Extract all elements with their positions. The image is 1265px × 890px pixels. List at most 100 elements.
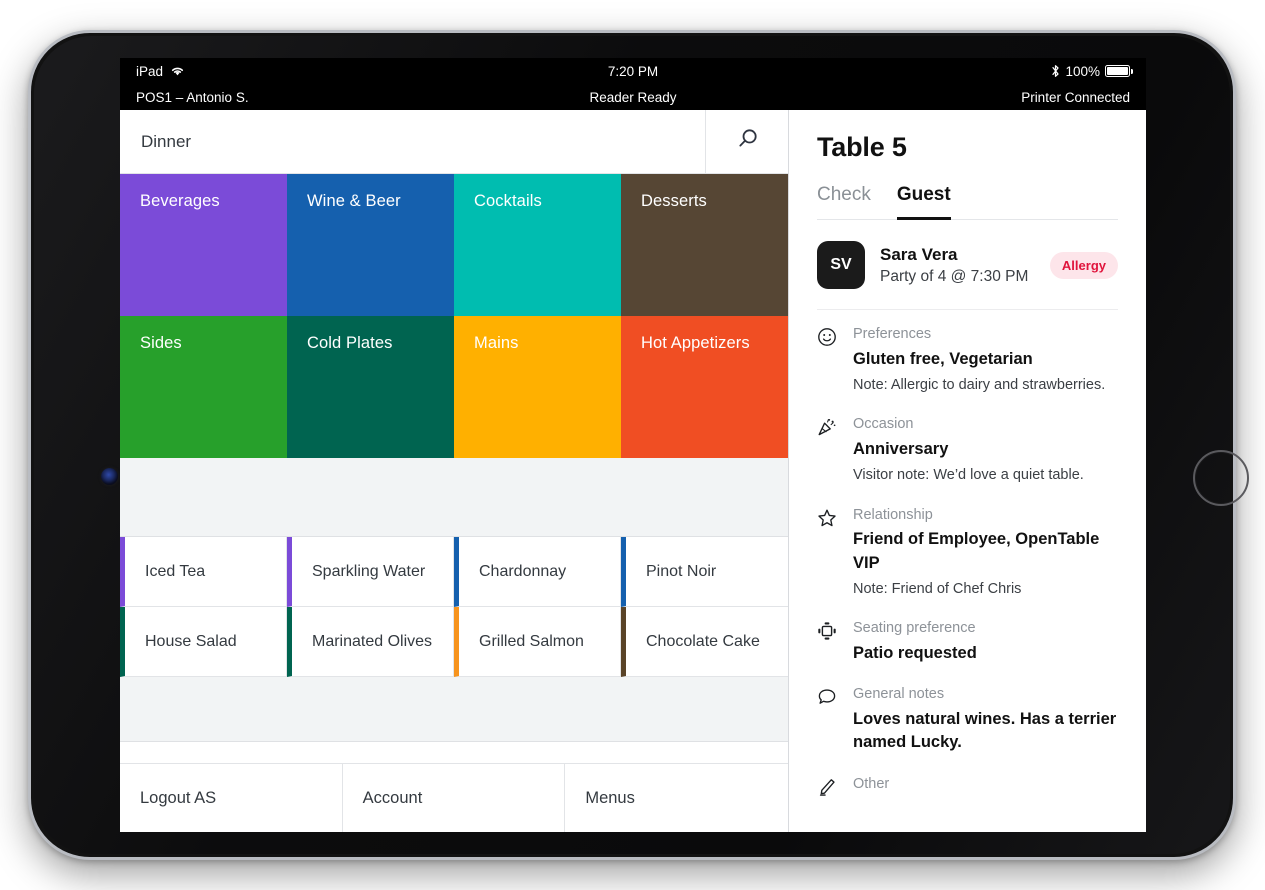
guest-party-info: Party of 4 @ 7:30 PM (880, 267, 1029, 285)
detail-note: Note: Allergic to dairy and strawberries… (853, 376, 1106, 393)
reader-status-label: Reader Ready (589, 89, 677, 105)
menu-item-grid: Iced Tea Sparkling Water Chardonnay Pino… (120, 537, 788, 677)
category-label: Mains (474, 334, 519, 352)
category-label: Hot Appetizers (641, 334, 750, 352)
menu-item-label: Marinated Olives (312, 632, 433, 650)
detail-value: Loves natural wines. Has a terrier named… (853, 709, 1117, 752)
tab-guest[interactable]: Guest (896, 184, 951, 220)
pencil-icon (817, 775, 839, 802)
category-tile-mains[interactable]: Mains (454, 316, 621, 458)
category-label: Cold Plates (307, 334, 393, 352)
app-body: Dinner Beverages Wine & Beer Cocktails D… (120, 110, 1146, 832)
detail-row-general-notes: General notes Loves natural wines. Has a… (817, 685, 1118, 754)
panel-tabs: Check Guest (817, 183, 1118, 220)
search-button[interactable] (705, 110, 788, 173)
detail-text: General notes Loves natural wines. Has a… (853, 685, 1118, 754)
table-seating-icon (817, 619, 839, 665)
status-bar-right: 100% (1051, 63, 1133, 79)
detail-note: Note: Friend of Chef Chris (853, 580, 1022, 597)
category-tile-hot-appetizers[interactable]: Hot Appetizers (621, 316, 788, 458)
category-tile-sides[interactable]: Sides (120, 316, 287, 458)
detail-text: Seating preference Patio requested (853, 619, 977, 665)
detail-text: Occasion Anniversary Visitor note: We’d … (853, 415, 1084, 485)
guest-header: SV Sara Vera Party of 4 @ 7:30 PM Allerg… (817, 220, 1118, 310)
logout-button[interactable]: Logout AS (120, 764, 343, 832)
detail-row-seating-preference: Seating preference Patio requested (817, 619, 1118, 665)
category-label: Wine & Beer (307, 192, 401, 210)
category-label: Beverages (140, 192, 220, 210)
menu-item[interactable]: Chocolate Cake (621, 607, 788, 677)
guest-name: Sara Vera (880, 244, 958, 264)
printer-status-label: Printer Connected (1021, 89, 1130, 105)
detail-label: Seating preference (853, 620, 976, 637)
category-tile-beverages[interactable]: Beverages (120, 174, 287, 316)
menus-button[interactable]: Menus (565, 764, 788, 832)
menu-item[interactable]: Chardonnay (454, 537, 621, 607)
footer-label: Menus (585, 788, 635, 807)
grid-spacer-top (120, 458, 788, 537)
detail-value: Friend of Employee, OpenTable VIP (853, 530, 1100, 572)
detail-row-preferences: Preferences Gluten free, Vegetarian Note… (817, 325, 1118, 395)
tablet-screen: iPad 7:20 PM 100% POS1 – Antonio S. Read… (120, 58, 1146, 832)
detail-label: Occasion (853, 416, 914, 433)
speech-bubble-icon (817, 685, 839, 754)
avatar: SV (817, 241, 865, 289)
account-button[interactable]: Account (342, 764, 566, 832)
detail-label: General notes (853, 686, 945, 703)
menu-item[interactable]: Iced Tea (120, 537, 287, 607)
category-label: Cocktails (474, 192, 542, 210)
footer-label: Logout AS (140, 788, 217, 807)
detail-text: Other (853, 775, 889, 802)
star-icon (817, 506, 839, 600)
pos-info-bar: POS1 – Antonio S. Reader Ready Printer C… (120, 84, 1146, 110)
detail-row-relationship: Relationship Friend of Employee, OpenTab… (817, 506, 1118, 600)
bluetooth-icon (1051, 64, 1060, 78)
status-bar-time: 7:20 PM (607, 63, 659, 79)
category-label: Sides (140, 334, 182, 352)
detail-text: Preferences Gluten free, Vegetarian Note… (853, 325, 1105, 395)
menu-item[interactable]: Marinated Olives (287, 607, 454, 677)
menu-item[interactable]: Pinot Noir (621, 537, 788, 607)
detail-label: Preferences (853, 326, 932, 342)
menu-item-label: Chardonnay (479, 562, 567, 580)
menu-item[interactable]: Sparkling Water (287, 537, 454, 607)
menu-item-label: Grilled Salmon (479, 632, 584, 650)
detail-value: Gluten free, Vegetarian (853, 349, 1033, 368)
guest-details-list: Preferences Gluten free, Vegetarian Note… (817, 310, 1118, 822)
battery-percent-label: 100% (1065, 63, 1100, 79)
footer-label: Account (362, 788, 423, 807)
device-name-label: iPad (136, 63, 164, 79)
detail-label: Relationship (853, 506, 933, 523)
menu-item-label: Sparkling Water (312, 562, 426, 580)
detail-value: Patio requested (853, 643, 977, 662)
category-tile-wine-beer[interactable]: Wine & Beer (287, 174, 454, 316)
battery-icon (1105, 65, 1133, 77)
detail-value: Anniversary (853, 439, 949, 458)
tab-check[interactable]: Check (817, 184, 871, 220)
detail-row-other: Other (817, 775, 1118, 802)
menu-item[interactable]: House Salad (120, 607, 287, 677)
status-bar-left: iPad (136, 64, 185, 79)
menu-item-label: Pinot Noir (646, 562, 717, 580)
menu-item-label: House Salad (145, 632, 237, 650)
pos-panel: Dinner Beverages Wine & Beer Cocktails D… (120, 110, 789, 832)
category-tile-cocktails[interactable]: Cocktails (454, 174, 621, 316)
guest-panel: Table 5 Check Guest SV Sara Vera Party o… (789, 110, 1146, 832)
page-title: Table 5 (817, 132, 907, 162)
allergy-status-badge: Allergy (1049, 251, 1118, 279)
detail-text: Relationship Friend of Employee, OpenTab… (853, 506, 1118, 600)
screenshot-stage: iPad 7:20 PM 100% POS1 – Antonio S. Read… (0, 0, 1265, 890)
wifi-icon (170, 65, 185, 77)
pos-footer-bar: Logout AS Account Menus (120, 763, 788, 832)
detail-note: Visitor note: We’d love a quiet table. (853, 467, 1084, 484)
category-tile-cold-plates[interactable]: Cold Plates (287, 316, 454, 458)
category-tile-desserts[interactable]: Desserts (621, 174, 788, 316)
search-input[interactable]: Dinner (120, 110, 705, 173)
grid-spacer-bottom (120, 677, 788, 742)
menu-item[interactable]: Grilled Salmon (454, 607, 621, 677)
search-icon (734, 126, 760, 157)
home-button[interactable] (1193, 450, 1249, 506)
ios-status-bar: iPad 7:20 PM 100% (120, 58, 1146, 84)
menu-item-label: Chocolate Cake (646, 632, 760, 650)
party-popper-icon (817, 415, 839, 485)
